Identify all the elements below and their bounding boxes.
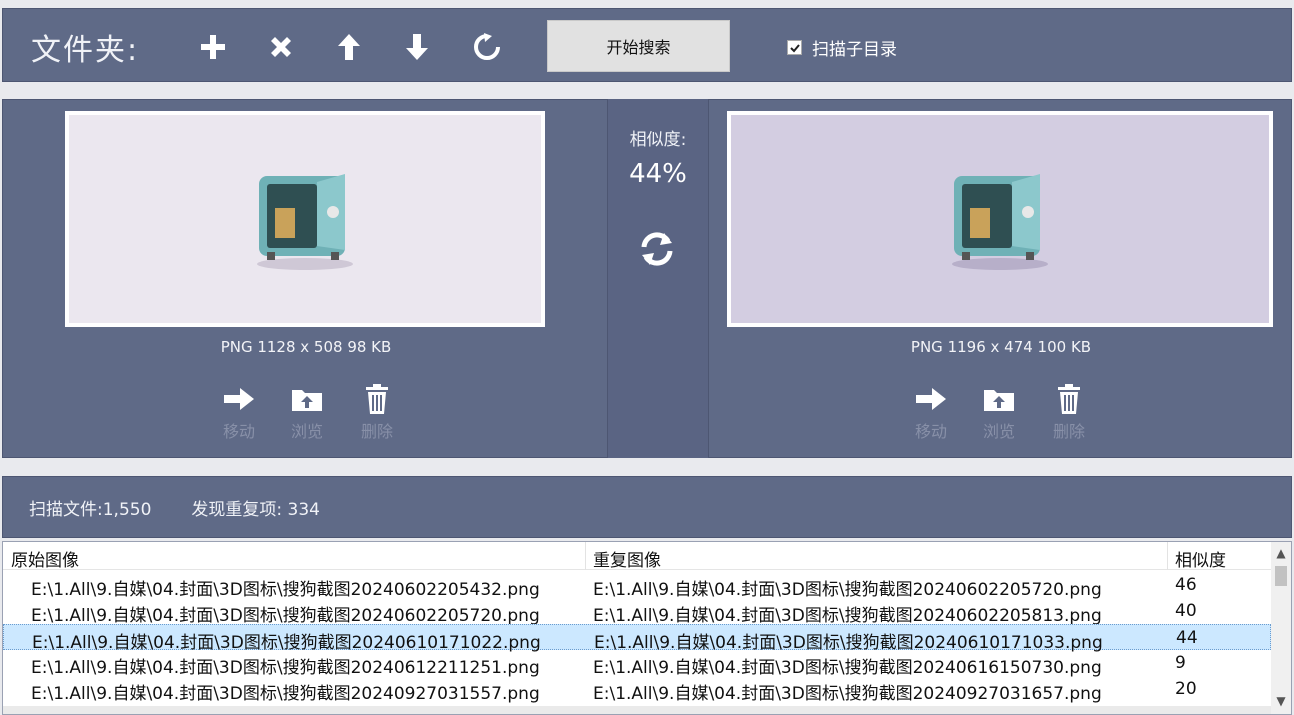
safe-image bbox=[952, 174, 1048, 270]
duplicate-image-panel: PNG 1196 x 474 100 KB 移动 浏览 删除 bbox=[708, 99, 1292, 458]
similarity-cell: 46 bbox=[1175, 575, 1197, 595]
checkbox-checked-icon[interactable] bbox=[787, 40, 802, 55]
start-search-button[interactable]: 开始搜索 bbox=[547, 20, 730, 72]
scroll-down-icon[interactable]: ▼ bbox=[1271, 692, 1291, 710]
safe-image bbox=[257, 174, 353, 270]
browse-original-button[interactable]: 浏览 bbox=[285, 384, 329, 442]
arrow-right-icon bbox=[224, 388, 254, 410]
table-row[interactable]: E:\1.All\9.自媒\04.封面\3D图标\搜狗截图20240602205… bbox=[3, 598, 1271, 626]
arrow-right-icon bbox=[916, 388, 946, 410]
table-header: 原始图像 重复图像 相似度 bbox=[3, 542, 1271, 571]
duplicate-image-preview[interactable] bbox=[727, 111, 1273, 327]
scan-stats-bar: 扫描文件:1,550 发现重复项: 334 bbox=[2, 476, 1292, 538]
original-image-preview[interactable] bbox=[65, 111, 545, 327]
table-row-selected[interactable]: E:\1.All\9.自媒\04.封面\3D图标\搜狗截图20240610171… bbox=[3, 624, 1271, 653]
similarity-cell: 20 bbox=[1175, 679, 1197, 699]
delete-original-button[interactable]: 删除 bbox=[355, 384, 399, 442]
duplicate-image-meta: PNG 1196 x 474 100 KB bbox=[910, 338, 1092, 356]
scan-subdir-checkbox[interactable]: 扫描子目录 bbox=[787, 35, 897, 60]
trash-icon bbox=[1058, 384, 1080, 414]
original-path-cell: E:\1.All\9.自媒\04.封面\3D图标\搜狗截图20240927031… bbox=[31, 684, 540, 704]
folder-open-icon bbox=[292, 390, 322, 411]
column-header-duplicate[interactable]: 重复图像 bbox=[593, 546, 661, 571]
move-label: 移动 bbox=[222, 422, 255, 441]
original-image-meta: PNG 1128 x 508 98 KB bbox=[220, 338, 392, 356]
similarity-cell: 40 bbox=[1175, 601, 1197, 621]
folder-label: 文件夹: bbox=[31, 33, 140, 68]
add-folder-button[interactable] bbox=[195, 31, 231, 63]
duplicate-path-cell: E:\1.All\9.自媒\04.封面\3D图标\搜狗截图20240602205… bbox=[593, 606, 1102, 626]
original-path-cell: E:\1.All\9.自媒\04.封面\3D图标\搜狗截图20240602205… bbox=[31, 580, 540, 600]
folder-toolbar: 文件夹: 开始搜索 扫描子目录 bbox=[2, 8, 1292, 82]
similarity-cell: 9 bbox=[1175, 653, 1186, 673]
refresh-button[interactable] bbox=[469, 31, 505, 63]
scanned-files-count: 扫描文件:1,550 bbox=[29, 499, 152, 520]
delete-label: 删除 bbox=[1052, 422, 1085, 441]
original-path-cell: E:\1.All\9.自媒\04.封面\3D图标\搜狗截图20240602205… bbox=[31, 606, 540, 626]
column-header-original[interactable]: 原始图像 bbox=[11, 546, 79, 571]
table-row[interactable]: E:\1.All\9.自媒\04.封面\3D图标\搜狗截图20240602205… bbox=[3, 572, 1271, 600]
browse-duplicate-button[interactable]: 浏览 bbox=[977, 384, 1021, 442]
arrow-down-icon bbox=[406, 34, 428, 60]
delete-label: 删除 bbox=[360, 422, 393, 441]
original-image-panel: PNG 1128 x 508 98 KB 移动 浏览 删除 bbox=[2, 99, 608, 458]
vertical-scrollbar[interactable]: ▲ ▼ bbox=[1271, 542, 1291, 714]
move-up-button[interactable] bbox=[331, 31, 367, 63]
swap-icon[interactable] bbox=[638, 231, 676, 267]
duplicates-found-count: 发现重复项: 334 bbox=[191, 499, 320, 520]
duplicate-path-cell: E:\1.All\9.自媒\04.封面\3D图标\搜狗截图20240602205… bbox=[593, 580, 1102, 600]
table-row[interactable]: E:\1.All\9.自媒\04.封面\3D图标\搜狗截图20240927031… bbox=[3, 676, 1271, 704]
results-table: 原始图像 重复图像 相似度 E:\1.All\9.自媒\04.封面\3D图标\搜… bbox=[2, 541, 1292, 715]
plus-icon bbox=[201, 35, 225, 59]
move-label: 移动 bbox=[914, 422, 947, 441]
scroll-thumb[interactable] bbox=[1275, 566, 1287, 586]
remove-folder-button[interactable] bbox=[263, 31, 299, 63]
delete-duplicate-button[interactable]: 删除 bbox=[1047, 384, 1091, 442]
move-down-button[interactable] bbox=[399, 31, 435, 63]
browse-label: 浏览 bbox=[290, 422, 323, 441]
scan-subdir-label: 扫描子目录 bbox=[812, 40, 897, 60]
folder-open-icon bbox=[984, 390, 1014, 411]
column-header-similarity[interactable]: 相似度 bbox=[1175, 546, 1226, 571]
similarity-label: 相似度: bbox=[629, 130, 687, 150]
browse-label: 浏览 bbox=[982, 422, 1015, 441]
similarity-panel: 相似度: 44% bbox=[608, 99, 708, 458]
scroll-up-icon[interactable]: ▲ bbox=[1271, 544, 1291, 562]
similarity-value: 44% bbox=[629, 159, 687, 189]
table-row[interactable]: E:\1.All\9.自媒\04.封面\3D图标\搜狗截图20240612211… bbox=[3, 650, 1271, 678]
similarity-cell: 44 bbox=[1176, 628, 1198, 648]
refresh-icon bbox=[474, 33, 500, 60]
close-icon bbox=[271, 37, 291, 57]
trash-icon bbox=[366, 384, 388, 414]
horizontal-scrollbar[interactable] bbox=[3, 706, 1271, 714]
duplicate-path-cell: E:\1.All\9.自媒\04.封面\3D图标\搜狗截图20240616150… bbox=[593, 658, 1102, 678]
arrow-up-icon bbox=[338, 34, 360, 60]
duplicate-path-cell: E:\1.All\9.自媒\04.封面\3D图标\搜狗截图20240927031… bbox=[593, 684, 1102, 704]
original-path-cell: E:\1.All\9.自媒\04.封面\3D图标\搜狗截图20240612211… bbox=[31, 658, 540, 678]
move-original-button[interactable]: 移动 bbox=[217, 384, 261, 442]
move-duplicate-button[interactable]: 移动 bbox=[909, 384, 953, 442]
